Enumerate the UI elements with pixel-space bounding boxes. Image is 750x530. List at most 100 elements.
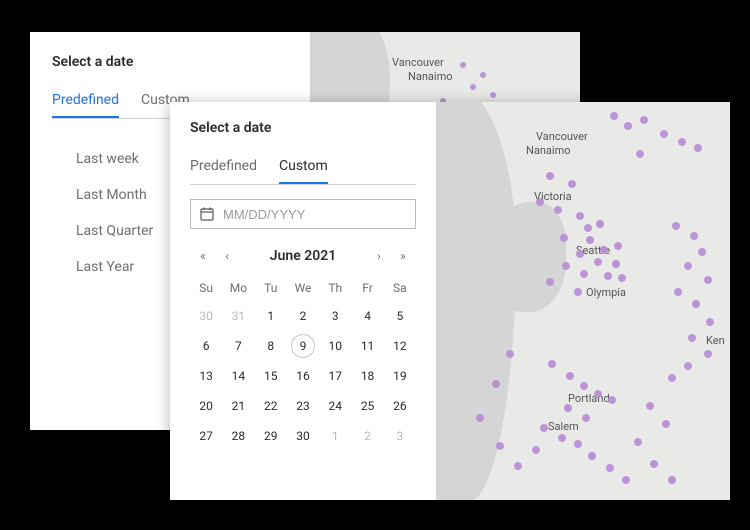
data-point [580,382,588,390]
calendar-day[interactable]: 5 [384,301,416,331]
data-point [580,270,588,278]
date-input[interactable] [190,199,416,229]
calendar-day[interactable]: 17 [319,361,351,391]
calendar-day[interactable]: 16 [287,361,319,391]
calendar-day[interactable]: 2 [287,301,319,331]
data-point [692,300,700,308]
data-point [540,424,548,432]
date-selector-custom-panel: Select a date Predefined Custom « ‹ June… [170,102,730,500]
tab-predefined[interactable]: Predefined [52,86,119,118]
data-point [574,288,582,296]
data-point [506,350,514,358]
data-point [564,404,572,412]
data-point [554,206,562,214]
calendar-day[interactable]: 29 [255,421,287,451]
calendar-dow: We [287,275,319,301]
data-point [610,112,618,120]
data-point [594,258,602,266]
data-point [562,262,570,270]
calendar-day[interactable]: 31 [222,301,254,331]
calendar-day[interactable]: 6 [190,331,222,361]
data-point [668,476,676,484]
data-point [606,464,614,472]
calendar-day[interactable]: 21 [222,391,254,421]
data-point [514,462,522,470]
calendar-day[interactable]: 28 [222,421,254,451]
calendar-day[interactable]: 30 [287,421,319,451]
calendar-day[interactable]: 13 [190,361,222,391]
calendar-day[interactable]: 20 [190,391,222,421]
calendar-day[interactable]: 15 [255,361,287,391]
calendar-day[interactable]: 3 [384,421,416,451]
city-label: Vancouver [392,56,444,69]
data-point [672,222,680,230]
data-point [576,212,584,220]
calendar-dow: Sa [384,275,416,301]
data-point [694,144,702,152]
next-month-button[interactable]: › [368,245,390,267]
data-point [490,92,496,98]
data-point [594,390,602,398]
calendar-day[interactable]: 3 [319,301,351,331]
data-point [600,246,608,254]
city-label: Olympia [586,286,626,299]
calendar-day[interactable]: 26 [384,391,416,421]
data-point [496,442,504,450]
data-point [608,396,616,404]
map-front[interactable]: VancouverNanaimoVictoriaSeattleOlympiaPo… [436,102,730,500]
data-point [470,84,476,90]
calendar-month-label: June 2021 [270,248,336,264]
calendar-day[interactable]: 1 [319,421,351,451]
data-point [576,250,584,258]
prev-month-button[interactable]: ‹ [216,245,238,267]
calendar-day[interactable]: 4 [351,301,383,331]
calendar-day[interactable]: 8 [255,331,287,361]
calendar-day[interactable]: 23 [287,391,319,421]
calendar-day[interactable]: 14 [222,361,254,391]
city-label: Ken [706,334,725,347]
calendar-day[interactable]: 9 [287,331,319,361]
data-point [624,122,632,130]
calendar-icon [199,206,215,222]
calendar-day[interactable]: 11 [351,331,383,361]
calendar-day[interactable]: 2 [351,421,383,451]
custom-sidebar: Select a date Predefined Custom « ‹ June… [170,102,436,500]
data-point [566,372,574,380]
data-point [492,380,500,388]
calendar-day[interactable]: 18 [351,361,383,391]
calendar-day[interactable]: 24 [319,391,351,421]
calendar-day[interactable]: 30 [190,301,222,331]
data-point [614,242,622,250]
data-point [634,438,642,446]
next-year-button[interactable]: » [392,245,414,267]
calendar-day[interactable]: 25 [351,391,383,421]
data-point [650,460,658,468]
city-label: Vancouver [536,130,588,143]
date-field[interactable] [223,207,407,222]
calendar-day[interactable]: 22 [255,391,287,421]
prev-year-button[interactable]: « [192,245,214,267]
calendar-day[interactable]: 10 [319,331,351,361]
sound-shape [486,202,566,312]
tab-predefined[interactable]: Predefined [190,152,257,184]
city-label: Nanaimo [526,144,570,157]
calendar-day[interactable]: 12 [384,331,416,361]
data-point [690,232,698,240]
calendar-day[interactable]: 19 [384,361,416,391]
tab-custom[interactable]: Custom [279,152,328,184]
calendar-grid: SuMoTuWeThFrSa30311234567891011121314151… [190,275,416,451]
data-point [586,236,594,244]
data-point [574,440,582,448]
data-point [612,260,620,268]
calendar-dow: Th [319,275,351,301]
data-point [698,248,706,256]
calendar-day[interactable]: 1 [255,301,287,331]
calendar-day[interactable]: 27 [190,421,222,451]
tabs: Predefined Custom [190,152,416,185]
city-label: Salem [548,420,579,433]
data-point [476,414,484,422]
panel-title: Select a date [190,120,416,136]
data-point [622,476,630,484]
data-point [548,360,556,368]
calendar-day[interactable]: 7 [222,331,254,361]
